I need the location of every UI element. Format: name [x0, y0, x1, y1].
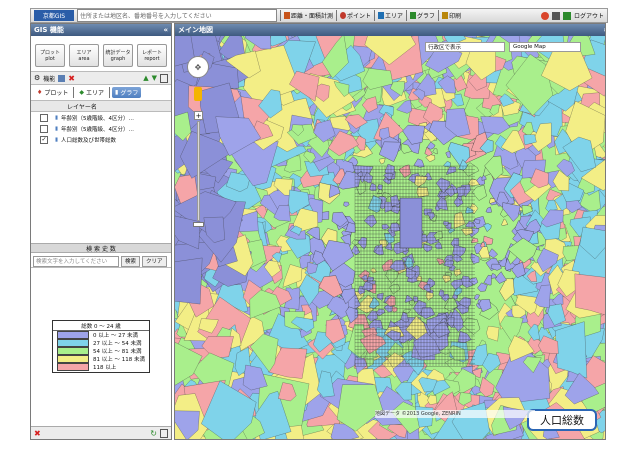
legend-swatch — [57, 355, 89, 363]
tab-plot[interactable]: ♦ プロット — [34, 87, 71, 98]
legend-swatch — [57, 331, 89, 339]
zoom-slider-track[interactable] — [197, 121, 200, 221]
map-parcel — [175, 257, 203, 305]
toolbar-separator — [374, 10, 376, 21]
panel-header: GIS 機能 « — [31, 24, 171, 36]
search-input[interactable]: 検索文字を入力してください — [33, 255, 119, 267]
zoom-slider-handle[interactable] — [193, 222, 204, 227]
toolbar-separator — [280, 10, 281, 21]
layer-toolbar: ⚙ 機能 ✖ ▲ ▼ — [31, 71, 171, 85]
area-icon: ◆ — [79, 89, 85, 96]
search-button[interactable]: 検索 — [121, 255, 141, 267]
ruler-icon — [284, 12, 290, 19]
map-header: メイン地図 » — [175, 24, 605, 36]
basemap-select[interactable]: Google Map — [509, 42, 581, 52]
function-buttons: プロット plot エリア area 統計データ graph レポート report — [31, 36, 171, 71]
address-search-input[interactable]: 住所または地区名、番地番号を入力してください — [77, 9, 277, 22]
toolbar-separator — [406, 10, 408, 21]
legend-row: 81 以上 ～ 118 未満 — [53, 355, 149, 363]
layer-checkbox[interactable] — [40, 113, 48, 122]
divider — [31, 267, 171, 268]
legend-swatch — [57, 347, 89, 355]
report-function-button[interactable]: レポート report — [137, 44, 167, 67]
legend-row: 27 以上 ～ 54 未満 — [53, 339, 149, 347]
layer-list-header: レイヤー名 — [31, 100, 171, 112]
pin-icon: ♦ — [37, 89, 43, 96]
close-icon[interactable]: ✖ — [34, 429, 41, 438]
graph-function-button[interactable]: 統計データ graph — [103, 44, 133, 67]
settings-label: 機能 — [43, 75, 56, 83]
top-toolbar: 京都GIS 住所または地区名、番地番号を入力してください 距離・面積計測 ポイン… — [30, 8, 608, 23]
choropleth-map[interactable] — [175, 36, 605, 439]
tab-area[interactable]: ◆ エリア — [76, 87, 107, 98]
document-icon[interactable] — [160, 73, 168, 83]
collapse-icon[interactable]: « — [163, 26, 168, 34]
search-section-header: 検 索 史 数 — [31, 243, 171, 253]
toolbar-separator — [336, 10, 338, 21]
plot-function-button[interactable]: プロット plot — [35, 44, 65, 67]
print-button[interactable]: 印刷 — [442, 11, 461, 20]
layer-row[interactable]: ▮ 年齢別（5歳階級、4区分）… — [31, 112, 171, 123]
graph-icon — [410, 12, 417, 19]
layer-checkbox[interactable] — [40, 124, 48, 133]
logout-button[interactable]: ログアウト — [574, 11, 604, 20]
legend-title: 総数 0 ～ 24 歳 — [53, 321, 149, 331]
layer-graph-icon: ▮ — [55, 114, 59, 121]
point-button[interactable]: ポイント — [340, 11, 371, 20]
legend-row: 0 以上 ～ 27 未満 — [53, 331, 149, 339]
area-icon — [378, 12, 385, 19]
tab-separator — [109, 87, 111, 98]
zoom-in-button[interactable]: + — [194, 111, 203, 120]
legend-row: 118 以上 — [53, 363, 149, 371]
gis-function-panel: GIS 機能 « プロット plot エリア area 統計データ graph レポー… — [30, 23, 172, 440]
refresh-icon[interactable]: ↻ — [150, 429, 157, 438]
measure-button[interactable]: 距離・面積計測 — [284, 11, 333, 20]
clear-button[interactable]: クリア — [142, 255, 167, 267]
layer-graph-icon: ▮ — [55, 136, 59, 143]
print-icon — [442, 12, 449, 19]
app-logo[interactable]: 京都GIS — [34, 10, 74, 21]
area-function-button[interactable]: エリア area — [69, 44, 99, 67]
user-icon[interactable] — [562, 11, 571, 20]
legend-swatch — [57, 339, 89, 347]
settings-icon[interactable]: ⚙ — [34, 74, 40, 82]
panel-footer: ✖ ↻ — [31, 426, 171, 439]
layer-tabs: ♦ プロット ◆ エリア ▮ グラフ — [31, 85, 171, 100]
move-down-icon[interactable]: ▼ — [152, 74, 157, 82]
tab-separator — [73, 87, 75, 98]
panel-title: GIS 機能 — [34, 26, 64, 34]
export-icon[interactable] — [160, 428, 168, 438]
point-icon — [340, 12, 347, 19]
help-icon[interactable] — [540, 11, 549, 20]
layer-checkbox-checked[interactable]: ✓ — [40, 135, 48, 144]
graph-button[interactable]: グラフ — [410, 11, 435, 20]
area-button[interactable]: エリア — [378, 11, 403, 20]
population-badge: 人口総数 — [527, 409, 597, 431]
graph-icon: ▮ — [115, 89, 119, 96]
legend-swatch — [57, 363, 89, 371]
maximize-icon[interactable]: » — [603, 26, 605, 34]
legend-row: 54 以上 ～ 81 未満 — [53, 347, 149, 355]
save-icon[interactable] — [58, 74, 66, 82]
map-palace-block — [399, 197, 423, 249]
overlay-select[interactable]: 行政区で表示 — [425, 42, 505, 52]
search-bar: 検索文字を入力してください 検索 クリア — [31, 255, 171, 267]
layer-graph-icon: ▮ — [55, 125, 59, 132]
map-legend: 総数 0 ～ 24 歳 0 以上 ～ 27 未満 27 以上 ～ 54 未満 5… — [52, 320, 150, 373]
pan-control[interactable]: ✥ — [187, 56, 209, 78]
footer-actions: ↻ — [150, 428, 168, 438]
map-title: メイン地図 — [178, 26, 213, 34]
map-copyright: 地図データ ©2013 Google, ZENRIN — [375, 410, 535, 418]
tab-graph[interactable]: ▮ グラフ — [112, 87, 142, 98]
layer-row[interactable]: ▮ 年齢別（5歳階級、4区分）… — [31, 123, 171, 134]
delete-icon[interactable]: ✖ — [68, 74, 75, 83]
move-up-icon[interactable]: ▲ — [143, 74, 148, 82]
pegman-icon[interactable] — [194, 87, 202, 101]
main-map[interactable]: メイン地図 » 行政区で表示 Google Map ✥ + 地図データ ©201… — [174, 23, 606, 440]
layer-row[interactable]: ✓ ▮ 人口総数及び世帯総数 — [31, 134, 171, 145]
toolbar-separator — [438, 10, 440, 21]
settings-icon[interactable] — [551, 11, 560, 20]
